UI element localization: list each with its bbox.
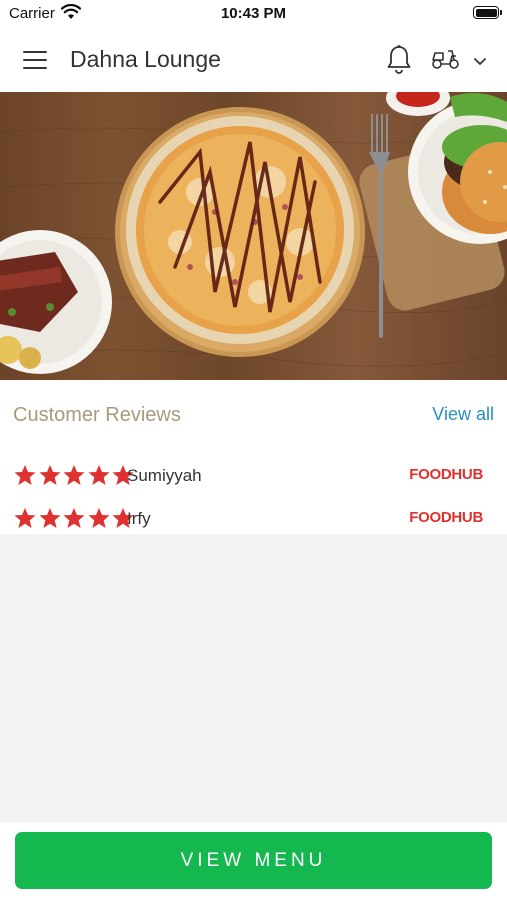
star-rating [13,464,136,486]
star-icon [39,508,60,528]
reviewer-name: Irfy [127,509,151,528]
view-menu-button[interactable]: VIEW MENU [15,832,492,889]
chevron-down-icon[interactable] [473,54,487,72]
review-item[interactable]: Sumiyyah FOODHUB [13,464,495,494]
clock: 10:43 PM [220,5,287,22]
delivery-scooter-icon[interactable] [431,48,461,75]
star-icon [14,465,36,485]
review-source-logo: FOODHUB [409,509,483,526]
battery-icon [473,6,502,19]
view-all-link[interactable]: View all [432,404,494,425]
bottom-bar: VIEW MENU [0,822,507,900]
star-icon [88,508,109,528]
star-icon [63,508,85,528]
hero-food-image [0,92,507,380]
review-item[interactable]: Irfy FOODHUB [13,507,495,537]
review-source-logo: FOODHUB [409,466,483,483]
bell-icon[interactable] [386,44,412,79]
star-icon [63,465,85,485]
reviewer-name: Sumiyyah [127,466,202,485]
star-icon [88,465,109,485]
app-header: Dahna Lounge [0,28,507,92]
restaurant-name: Dahna Lounge [70,46,221,72]
star-icon [39,465,60,485]
star-rating [13,507,136,529]
status-bar: Carrier 10:43 PM [0,0,507,28]
star-icon [14,508,36,528]
menu-icon[interactable] [23,51,47,69]
customer-reviews-section: Customer Reviews View all Sumiyyah FOODH… [0,380,507,534]
reviews-title: Customer Reviews [13,404,181,426]
